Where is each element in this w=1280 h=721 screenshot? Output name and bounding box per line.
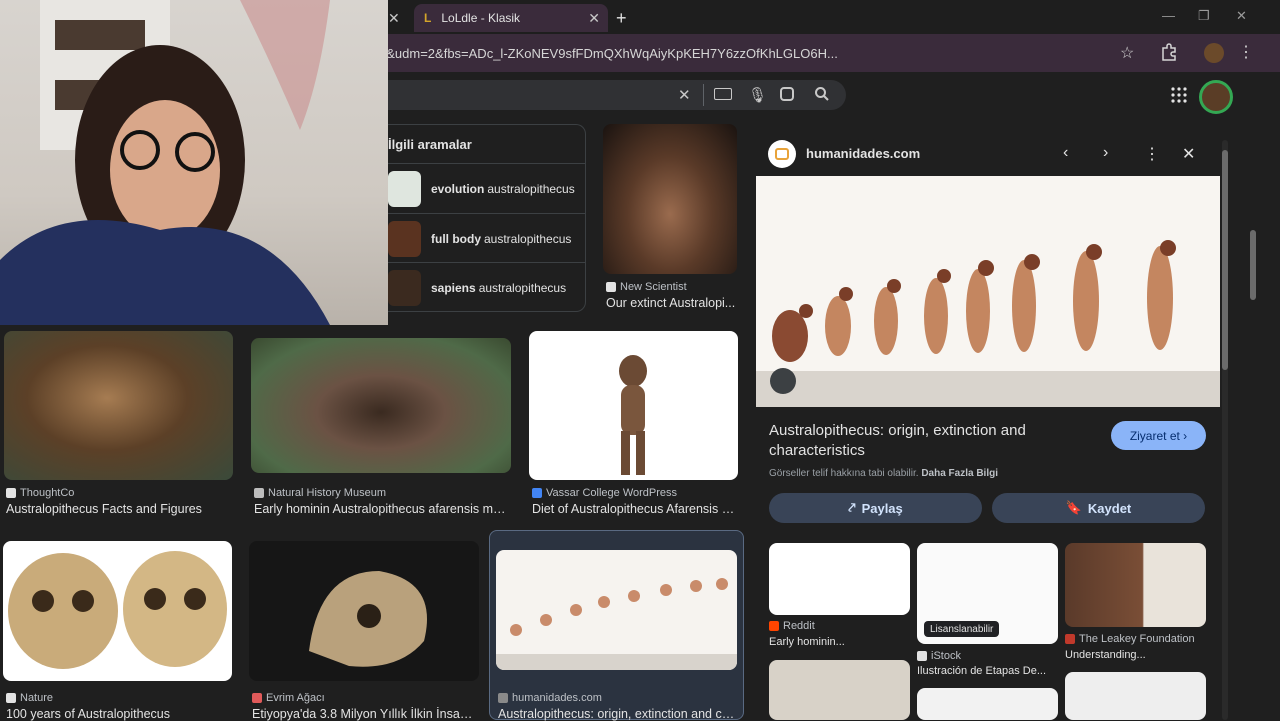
result-source: Nature [6,692,53,704]
clear-icon[interactable]: ✕ [678,86,691,104]
search-icon[interactable] [814,86,830,102]
panel-scroll-thumb[interactable] [1222,150,1228,370]
result-image[interactable] [3,541,232,681]
extensions-icon[interactable] [1160,43,1178,61]
more-options-icon[interactable]: ⋮ [1144,144,1160,164]
result-title[interactable]: Our extinct Australopi... [606,296,738,310]
next-icon[interactable]: › [1103,144,1108,162]
tab-loldle[interactable]: L LoLdle - Klasik ✕ [414,4,608,32]
result-source: ThoughtCo [6,487,74,499]
preview-title[interactable]: Australopithecus: origin, extinction and… [769,421,1099,461]
related-image[interactable] [1065,672,1206,720]
more-info-link[interactable]: Daha Fazla Bilgi [921,468,998,479]
related-text: australopithecus [478,280,567,295]
license-badge: Lisanslanabilir [924,621,1000,637]
search-input[interactable] [388,80,846,110]
keyboard-icon[interactable] [714,88,732,100]
related-image[interactable] [769,660,910,720]
result-title[interactable]: 100 years of Australopithecus [6,707,234,721]
share-icon: ⤤ [848,500,856,515]
result-image[interactable] [251,338,511,473]
result-source: Vassar College WordPress [532,487,677,499]
result-source: Evrim Ağacı [252,692,325,704]
save-button[interactable]: 🔖 Kaydet [992,493,1205,523]
account-avatar[interactable] [1199,80,1233,114]
related-bold: sapiens [431,280,476,295]
result-title[interactable]: Early hominin Australopithecus afarensis… [254,502,510,516]
related-image[interactable] [1065,543,1206,627]
apps-grid-icon[interactable] [1171,87,1187,103]
page-scroll-thumb[interactable] [1250,230,1256,300]
bookmark-star-icon[interactable]: ☆ [1120,43,1134,63]
result-source: Natural History Museum [254,487,386,499]
related-title: İlgili aramalar [388,137,472,152]
new-tab-button[interactable]: + [616,4,636,32]
copyright-note: Görseller telif hakkına tabi olabilir. D… [769,468,998,479]
related-text: australopithecus [484,231,572,246]
close-icon[interactable]: ✕ [588,10,600,27]
divider [703,84,704,106]
close-icon[interactable]: ✕ [388,10,400,27]
related-thumbnail [388,220,421,257]
related-source: iStock [917,650,961,662]
related-text: australopithecus [487,181,575,196]
related-source: Reddit [769,620,815,632]
microphone-icon[interactable]: 🎙 [748,86,767,104]
related-title[interactable]: Ilustración de Etapas De... [917,665,1059,677]
related-image[interactable] [917,688,1058,720]
close-panel-icon[interactable]: ✕ [1182,144,1195,164]
result-image[interactable] [4,331,233,480]
result-source: humanidades.com [498,692,602,704]
lens-search-icon[interactable] [770,368,796,394]
related-bold: evolution [431,181,485,196]
related-item[interactable]: full body australopithecus [388,213,586,263]
site-favicon [768,140,796,168]
bookmark-icon: 🔖 [1065,500,1082,515]
previous-icon[interactable]: ‹ [1063,144,1068,162]
related-bold: full body [431,231,481,246]
tab-previous-close[interactable]: ✕ [388,4,410,32]
result-title[interactable]: Australopithecus Facts and Figures [6,502,234,516]
maximize-icon[interactable]: ❐ [1198,8,1210,24]
result-image[interactable] [603,124,737,274]
minimize-icon[interactable]: — [1162,8,1175,23]
related-title[interactable]: Early hominin... [769,636,909,648]
copyright-text: Görseller telif hakkına tabi olabilir. [769,468,919,479]
menu-icon[interactable]: ⋮ [1238,42,1254,62]
profile-avatar[interactable] [1204,43,1224,63]
share-button[interactable]: ⤤ Paylaş [769,493,982,523]
close-window-icon[interactable]: ✕ [1236,8,1247,24]
result-source: New Scientist [606,281,687,293]
result-image[interactable] [496,550,737,670]
related-title[interactable]: Understanding... [1065,649,1206,661]
tab-favicon: L [424,11,432,25]
visit-button[interactable]: Ziyaret et › [1111,421,1206,450]
result-title[interactable]: Diet of Australopithecus Afarensis | ... [532,502,736,516]
site-name[interactable]: humanidades.com [806,146,920,161]
related-item[interactable]: evolution australopithecus [388,163,586,213]
tab-title: LoLdle - Klasik [441,11,521,25]
related-thumbnail [388,269,421,306]
related-thumbnail [388,170,421,207]
related-source: The Leakey Foundation [1065,633,1195,645]
lens-icon[interactable] [780,87,794,101]
related-item[interactable]: sapiens australopithecus [388,262,586,312]
related-image[interactable] [769,543,910,615]
result-image[interactable] [249,541,479,681]
preview-image[interactable] [756,176,1220,407]
result-title[interactable]: Etiyopya'da 3.8 Milyon Yıllık İlkin İnsa… [252,707,478,721]
result-title[interactable]: Australopithecus: origin, extinction and… [498,707,736,721]
webcam-overlay [0,0,388,325]
result-image[interactable] [529,331,738,480]
